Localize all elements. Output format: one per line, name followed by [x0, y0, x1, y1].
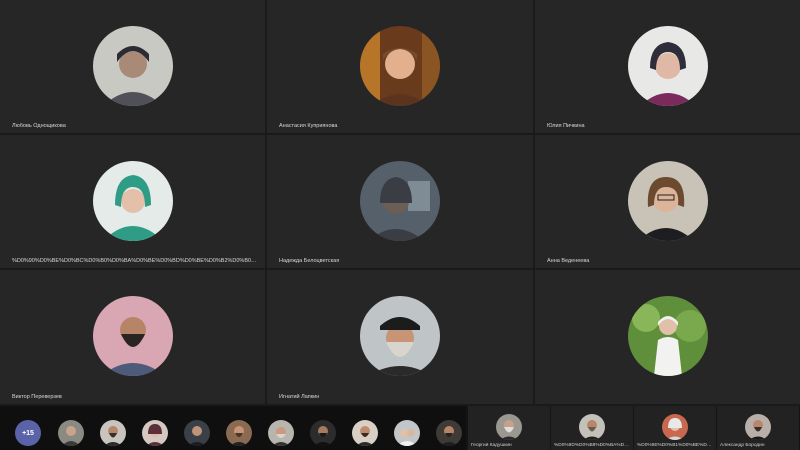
participant-name: %D0%9D%D0%B8%D0%BA%D0%BE%D0%BB%D0%B0%D0%… — [554, 443, 631, 448]
participant-thumbnail[interactable] — [142, 420, 168, 446]
participant-thumbnail[interactable] — [100, 420, 126, 446]
participant-avatar — [627, 26, 708, 106]
more-participants-button[interactable]: +15 — [15, 420, 41, 446]
participant-tile[interactable]: Анастасия Куприянова — [267, 0, 533, 133]
participant-avatar — [360, 161, 440, 241]
participant-name: Анна Веденеева — [547, 258, 590, 264]
participant-tile[interactable]: %D0%90%D0%BE%D0%BC%D0%B0%D0%BA%D0%BE%D0%… — [0, 135, 265, 268]
participant-thumbnail[interactable] — [352, 420, 378, 446]
participant-name: Юлия Пичкина — [547, 123, 585, 129]
participant-thumbnail[interactable] — [268, 420, 294, 446]
participant-tile-small[interactable]: %D0%9E%D0%B1%D0%BE%D0%BB%D0%BE%D0%BD%D0%… — [634, 406, 716, 450]
participant-thumbnail[interactable] — [394, 420, 420, 446]
participant-thumbnail — [496, 414, 522, 440]
participant-name: Любовь Однощикова — [12, 123, 66, 129]
participant-bar: +15 Георгий Кадушкин %D0%9D%D0%B8%D0%BA%… — [0, 406, 800, 450]
participant-avatar — [627, 296, 708, 376]
participant-thumbnail — [745, 414, 771, 440]
participant-avatar — [92, 26, 173, 106]
participant-thumbnail[interactable] — [436, 420, 462, 446]
participant-thumbnail[interactable] — [226, 420, 252, 446]
participant-tile[interactable]: Надежда Белоцветская — [267, 135, 533, 268]
participant-thumbnail[interactable] — [58, 420, 84, 446]
participant-tile-small[interactable]: Александр Бородин — [717, 406, 799, 450]
participant-tile[interactable] — [535, 270, 800, 404]
participant-avatar — [92, 296, 173, 376]
participant-avatar — [627, 161, 708, 241]
participant-tile-small[interactable]: %D0%9D%D0%B8%D0%BA%D0%BE%D0%BB%D0%B0%D0%… — [551, 406, 633, 450]
participant-thumbnail — [579, 414, 605, 440]
participant-name: Георгий Кадушкин — [471, 443, 512, 448]
participant-avatar — [360, 26, 440, 106]
participant-name: Анастасия Куприянова — [279, 123, 338, 129]
participant-thumbnail[interactable] — [310, 420, 336, 446]
participant-tile[interactable]: Виктор Переверзев — [0, 270, 265, 404]
participant-thumbnail — [662, 414, 688, 440]
participant-name: Надежда Белоцветская — [279, 258, 340, 264]
participant-thumbnail[interactable] — [184, 420, 210, 446]
video-grid: Любовь Однощикова Анастасия Куприянова Ю… — [0, 0, 800, 406]
participant-avatar — [360, 296, 440, 376]
participant-name: Александр Бородин — [720, 443, 765, 448]
participant-name: Виктор Переверзев — [12, 394, 62, 400]
participant-tile[interactable]: Любовь Однощикова — [0, 0, 265, 133]
participant-tile-small[interactable]: Георгий Кадушкин — [468, 406, 550, 450]
participant-name: %D0%90%D0%BE%D0%BC%D0%B0%D0%BA%D0%BE%D0%… — [12, 258, 257, 264]
participant-tile[interactable]: Игнатий Лапкин — [267, 270, 533, 404]
participant-strip[interactable]: +15 — [0, 406, 466, 450]
participant-tile[interactable]: Анна Веденеева — [535, 135, 800, 268]
participant-avatar — [92, 161, 173, 241]
participant-name: %D0%9E%D0%B1%D0%BE%D0%BB%D0%BE%D0%BD%D0%… — [637, 443, 714, 448]
participant-tile[interactable]: Юлия Пичкина — [535, 0, 800, 133]
participant-name: Игнатий Лапкин — [279, 394, 320, 400]
